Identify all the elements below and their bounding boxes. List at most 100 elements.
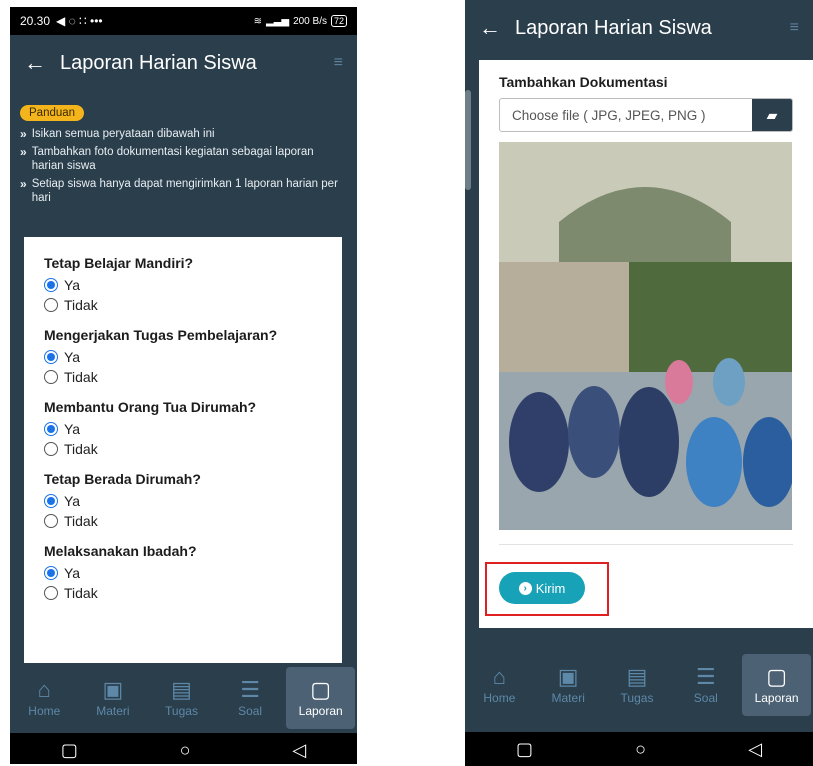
radio-checked-icon[interactable]	[44, 566, 58, 580]
radio-option-yes[interactable]: Ya	[44, 421, 322, 437]
bottom-navigation: ⌂ Home ▣ Materi ▤ Tugas ☰ Soal ▢ Laporan	[10, 663, 357, 733]
scrollbar[interactable]	[465, 90, 471, 190]
option-label: Ya	[64, 277, 81, 293]
home-icon: ⌂	[492, 663, 507, 689]
option-label: Tidak	[64, 369, 98, 385]
guide-item-text: Setiap siswa hanya dapat mengirimkan 1 l…	[31, 177, 338, 205]
radio-option-yes[interactable]: Ya	[44, 349, 322, 365]
presentation-icon: ▣	[102, 676, 124, 702]
nav-label: Home	[483, 690, 516, 705]
home-circle-icon[interactable]: ○	[635, 739, 646, 760]
recents-icon[interactable]: ▢	[61, 740, 78, 761]
home-circle-icon[interactable]: ○	[180, 740, 191, 761]
back-arrow-icon[interactable]: ←	[24, 52, 46, 74]
nav-label: Tugas	[165, 703, 198, 718]
nav-label: Home	[28, 703, 61, 718]
system-navigation-bar: ▢ ○ ◁	[465, 732, 813, 766]
radio-checked-icon[interactable]	[44, 422, 58, 436]
list-icon: ☰	[240, 676, 260, 702]
page-title: Laporan Harian Siswa	[60, 51, 257, 74]
guide-section: Panduan » Isikan semua peryataan dibawah…	[10, 99, 357, 215]
signal-icon: ▂▃▅	[265, 15, 290, 27]
nav-home[interactable]: ⌂ Home	[10, 663, 79, 733]
question-block: Mengerjakan Tugas Pembelajaran? Ya Tidak	[44, 327, 322, 385]
radio-checked-icon[interactable]	[44, 494, 58, 508]
guide-badge: Panduan	[20, 105, 85, 121]
uploaded-photo-preview	[499, 142, 792, 530]
radio-option-no[interactable]: Tidak	[44, 513, 322, 529]
file-input-placeholder[interactable]: Choose file ( JPG, JPEG, PNG )	[500, 99, 752, 131]
list-icon: ☰	[695, 663, 716, 689]
guide-item: » Isikan semua peryataan dibawah ini	[20, 127, 347, 142]
radio-checked-icon[interactable]	[44, 350, 58, 364]
nav-label: Laporan	[754, 690, 799, 705]
nav-soal[interactable]: ☰ Soal	[671, 650, 740, 720]
nav-label: Soal	[693, 690, 718, 705]
radio-option-yes[interactable]: Ya	[44, 493, 322, 509]
clipboard-icon: ▢	[766, 663, 787, 689]
nav-label: Tugas	[620, 690, 654, 705]
radio-unchecked-icon[interactable]	[44, 370, 58, 384]
question-title: Membantu Orang Tua Dirumah?	[44, 399, 257, 415]
nav-tugas[interactable]: ▤ Tugas	[147, 663, 216, 733]
recents-icon[interactable]: ▢	[516, 739, 533, 760]
app-bar: ← Laporan Harian Siswa ≡	[10, 35, 357, 91]
hamburger-menu-icon[interactable]: ≡	[334, 54, 343, 72]
question-title: Mengerjakan Tugas Pembelajaran?	[44, 327, 278, 343]
nav-label: Laporan	[298, 703, 343, 718]
presentation-icon: ▣	[557, 663, 579, 689]
back-triangle-icon[interactable]: ◁	[748, 739, 762, 760]
radio-option-no[interactable]: Tidak	[44, 297, 322, 313]
divider	[499, 544, 793, 545]
radio-unchecked-icon[interactable]	[44, 514, 58, 528]
nav-tugas[interactable]: ▤ Tugas	[603, 650, 672, 720]
question-title: Melaksanakan Ibadah?	[44, 543, 197, 559]
book-icon: ▤	[626, 663, 648, 689]
photo-image	[499, 142, 792, 530]
radio-unchecked-icon[interactable]	[44, 586, 58, 600]
option-label: Tidak	[64, 297, 98, 313]
option-label: Ya	[64, 565, 81, 581]
option-label: Tidak	[64, 585, 98, 601]
question-block: Tetap Berada Dirumah? Ya Tidak	[44, 471, 322, 529]
status-bar: 20.30 ◀ ◌ ∷ ••• ≋ ▂▃▅ 200 B/s 72	[10, 7, 357, 35]
network-speed: 200 B/s	[293, 15, 327, 27]
questionnaire-card: Tetap Belajar Mandiri? Ya Tidak Mengerja…	[24, 237, 342, 667]
back-arrow-icon[interactable]: ←	[479, 17, 501, 39]
kirim-label: Kirim	[535, 580, 566, 596]
back-triangle-icon[interactable]: ◁	[292, 740, 306, 761]
double-chevron-icon: »	[20, 127, 27, 141]
radio-unchecked-icon[interactable]	[44, 442, 58, 456]
battery-icon: 72	[330, 15, 347, 27]
home-icon: ⌂	[37, 676, 51, 702]
radio-unchecked-icon[interactable]	[44, 298, 58, 312]
nav-laporan[interactable]: ▢ Laporan	[286, 667, 355, 729]
nav-materi[interactable]: ▣ Materi	[534, 650, 603, 720]
phone-screen-right: ← Laporan Harian Siswa ≡ Tambahkan Dokum…	[465, 0, 813, 766]
question-block: Membantu Orang Tua Dirumah? Ya Tidak	[44, 399, 322, 457]
question-title: Tetap Belajar Mandiri?	[44, 255, 194, 271]
nav-laporan[interactable]: ▢ Laporan	[742, 654, 811, 716]
radio-option-no[interactable]: Tidak	[44, 441, 322, 457]
hamburger-menu-icon[interactable]: ≡	[790, 19, 799, 37]
radio-checked-icon[interactable]	[44, 278, 58, 292]
nav-label: Soal	[238, 703, 263, 718]
folder-open-icon[interactable]: ▰	[752, 99, 792, 131]
file-chooser[interactable]: Choose file ( JPG, JPEG, PNG ) ▰	[499, 98, 793, 132]
guide-item: » Tambahkan foto dokumentasi kegiatan se…	[20, 145, 347, 174]
app-bar: ← Laporan Harian Siswa ≡	[465, 0, 813, 56]
nav-home[interactable]: ⌂ Home	[465, 650, 534, 720]
nav-label: Materi	[96, 703, 130, 718]
radio-option-yes[interactable]: Ya	[44, 277, 322, 293]
radio-option-no[interactable]: Tidak	[44, 585, 322, 601]
radio-option-no[interactable]: Tidak	[44, 369, 322, 385]
status-time: 20.30	[20, 14, 51, 28]
question-block: Melaksanakan Ibadah? Ya Tidak	[44, 543, 322, 601]
book-icon: ▤	[171, 676, 192, 702]
nav-soal[interactable]: ☰ Soal	[216, 663, 285, 733]
question-block: Tetap Belajar Mandiri? Ya Tidak	[44, 255, 322, 313]
kirim-button[interactable]: › Kirim	[499, 572, 585, 604]
radio-option-yes[interactable]: Ya	[44, 565, 322, 581]
double-chevron-icon: »	[20, 145, 27, 159]
nav-materi[interactable]: ▣ Materi	[79, 663, 148, 733]
